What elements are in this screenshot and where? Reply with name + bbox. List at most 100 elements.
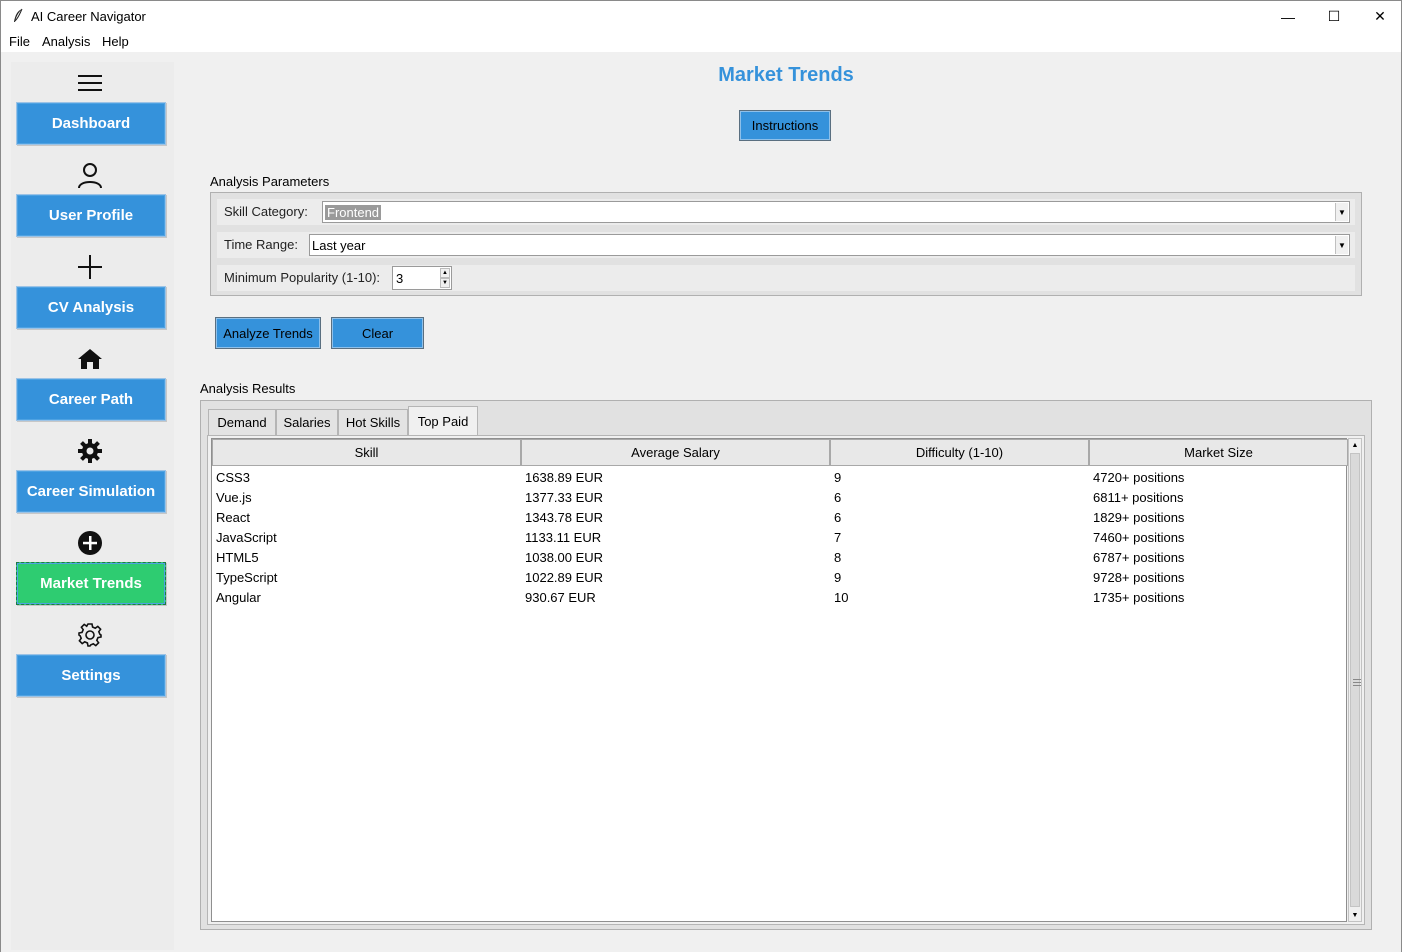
analysis-parameters: Skill Category: Frontend ▼ Time Range: L… [210, 192, 1362, 296]
time-range-value: Last year [312, 238, 366, 253]
tab-top-paid[interactable]: Top Paid [408, 406, 478, 436]
sidebar-item-career-path[interactable]: Career Path [16, 378, 166, 421]
user-icon [75, 160, 105, 190]
table-cell: 1022.89 EUR [525, 570, 604, 585]
hamburger-icon [75, 68, 105, 98]
feather-icon [14, 8, 23, 22]
table-row[interactable]: Vue.js 1377.33 EUR 6 6811+ positions [212, 488, 1348, 508]
table-cell: 7 [834, 530, 842, 545]
table-cell: 1133.11 EUR [525, 530, 602, 545]
home-icon [75, 344, 105, 374]
table-row[interactable]: HTML5 1038.00 EUR 8 6787+ positions [212, 548, 1348, 568]
table-cell: 6 [834, 510, 842, 525]
scroll-up-icon[interactable]: ▲ [1349, 439, 1361, 451]
instructions-button[interactable]: Instructions [739, 110, 831, 141]
time-range-select[interactable]: Last year ▼ [309, 234, 1350, 256]
time-range-label: Time Range: [224, 237, 298, 252]
chevron-down-icon[interactable]: ▼ [1335, 236, 1348, 254]
column-header-difficulty[interactable]: Difficulty (1-10) [830, 439, 1089, 466]
table-cell: TypeScript [216, 570, 278, 585]
min-popularity-value: 3 [396, 271, 404, 286]
table-cell: 10 [834, 590, 849, 605]
analysis-results: Demand Salaries Hot Skills Top Paid Skil… [200, 400, 1372, 930]
sidebar-item-cv-analysis[interactable]: CV Analysis [16, 286, 166, 329]
table-cell: JavaScript [216, 530, 277, 545]
minimize-button[interactable]: — [1265, 1, 1311, 32]
sidebar-item-settings[interactable]: Settings [16, 654, 166, 697]
table-row[interactable]: CSS3 1638.89 EUR 9 4720+ positions [212, 468, 1348, 488]
maximize-button[interactable]: ☐ [1311, 1, 1357, 32]
table-cell: HTML5 [216, 550, 259, 565]
window-title: AI Career Navigator [31, 9, 146, 24]
menu-file[interactable]: File [9, 34, 30, 49]
menu-help[interactable]: Help [102, 34, 129, 49]
table-cell: 930.67 EUR [525, 590, 596, 605]
sidebar-item-market-trends[interactable]: Market Trends [16, 562, 166, 605]
table-row[interactable]: TypeScript 1022.89 EUR 9 9728+ positions [212, 568, 1348, 588]
clear-button[interactable]: Clear [331, 317, 424, 349]
tab-demand[interactable]: Demand [208, 409, 276, 435]
column-header-market-size[interactable]: Market Size [1089, 439, 1348, 466]
skill-category-select[interactable]: Frontend ▼ [322, 201, 1350, 223]
table-cell: 4720+ positions [1093, 470, 1185, 485]
plus-circle-icon [75, 528, 105, 558]
scrollbar-thumb[interactable] [1350, 453, 1361, 907]
column-header-skill[interactable]: Skill [212, 439, 521, 466]
gear-filled-icon [75, 436, 105, 466]
sidebar-item-career-simulation[interactable]: Career Simulation [16, 470, 166, 513]
tab-content: Skill Average Salary Difficulty (1-10) M… [207, 435, 1365, 925]
table-cell: Vue.js [216, 490, 252, 505]
skill-category-row: Skill Category: Frontend ▼ [217, 199, 1355, 225]
table-cell: 1377.33 EUR [525, 490, 604, 505]
table-cell: 1038.00 EUR [525, 550, 604, 565]
table-cell: 1735+ positions [1093, 590, 1185, 605]
min-popularity-row: Minimum Popularity (1-10): 3 ▲ ▼ [217, 265, 1355, 291]
table-cell: 8 [834, 550, 842, 565]
table-cell: 7460+ positions [1093, 530, 1185, 545]
page-title: Market Trends [718, 64, 854, 86]
table-row[interactable]: JavaScript 1133.11 EUR 7 7460+ positions [212, 528, 1348, 548]
tab-salaries[interactable]: Salaries [276, 409, 338, 435]
app-window: AI Career Navigator — ☐ ✕ File Analysis … [0, 0, 1402, 952]
table-row[interactable]: Angular 930.67 EUR 10 1735+ positions [212, 588, 1348, 608]
table-cell: 9728+ positions [1093, 570, 1185, 585]
column-header-average-salary[interactable]: Average Salary [521, 439, 830, 466]
tab-hot-skills[interactable]: Hot Skills [338, 409, 408, 435]
min-popularity-label: Minimum Popularity (1-10): [224, 270, 381, 285]
results-group-label: Analysis Results [200, 381, 296, 396]
table-cell: 9 [834, 470, 842, 485]
table-cell: React [216, 510, 250, 525]
table-cell: 1829+ positions [1093, 510, 1185, 525]
menu-analysis[interactable]: Analysis [42, 34, 90, 49]
results-table: Skill Average Salary Difficulty (1-10) M… [211, 438, 1348, 922]
params-group-label: Analysis Parameters [210, 174, 330, 189]
table-cell: 6811+ positions [1093, 490, 1184, 505]
analyze-trends-button[interactable]: Analyze Trends [215, 317, 321, 349]
table-row[interactable]: React 1343.78 EUR 6 1829+ positions [212, 508, 1348, 528]
table-cell: 6787+ positions [1093, 550, 1185, 565]
main-panel: Market Trends Instructions Analysis Para… [181, 62, 1391, 950]
menu-bar: File Analysis Help [1, 32, 1401, 52]
close-button[interactable]: ✕ [1357, 1, 1402, 32]
min-popularity-spinbox[interactable]: 3 ▲ ▼ [392, 266, 452, 290]
plus-icon [75, 252, 105, 282]
sidebar: Dashboard User Profile CV Analysis Caree… [11, 62, 174, 950]
table-cell: CSS3 [216, 470, 250, 485]
vertical-scrollbar[interactable]: ▲ ▼ [1348, 438, 1362, 922]
chevron-down-icon[interactable]: ▼ [1335, 203, 1348, 221]
table-cell: 9 [834, 570, 842, 585]
client-area: Dashboard User Profile CV Analysis Caree… [1, 52, 1401, 952]
sidebar-item-user-profile[interactable]: User Profile [16, 194, 166, 237]
scroll-down-icon[interactable]: ▼ [1349, 909, 1361, 921]
gear-outline-icon [75, 620, 105, 650]
spin-down-icon[interactable]: ▼ [440, 278, 450, 288]
sidebar-item-dashboard[interactable]: Dashboard [16, 102, 166, 145]
table-cell: Angular [216, 590, 261, 605]
time-range-row: Time Range: Last year ▼ [217, 232, 1355, 258]
skill-category-value: Frontend [325, 205, 382, 220]
table-cell: 1343.78 EUR [525, 510, 604, 525]
title-bar: AI Career Navigator — ☐ ✕ [1, 1, 1401, 32]
skill-category-label: Skill Category: [224, 204, 308, 219]
spin-up-icon[interactable]: ▲ [440, 268, 450, 278]
table-cell: 1638.89 EUR [525, 470, 604, 485]
